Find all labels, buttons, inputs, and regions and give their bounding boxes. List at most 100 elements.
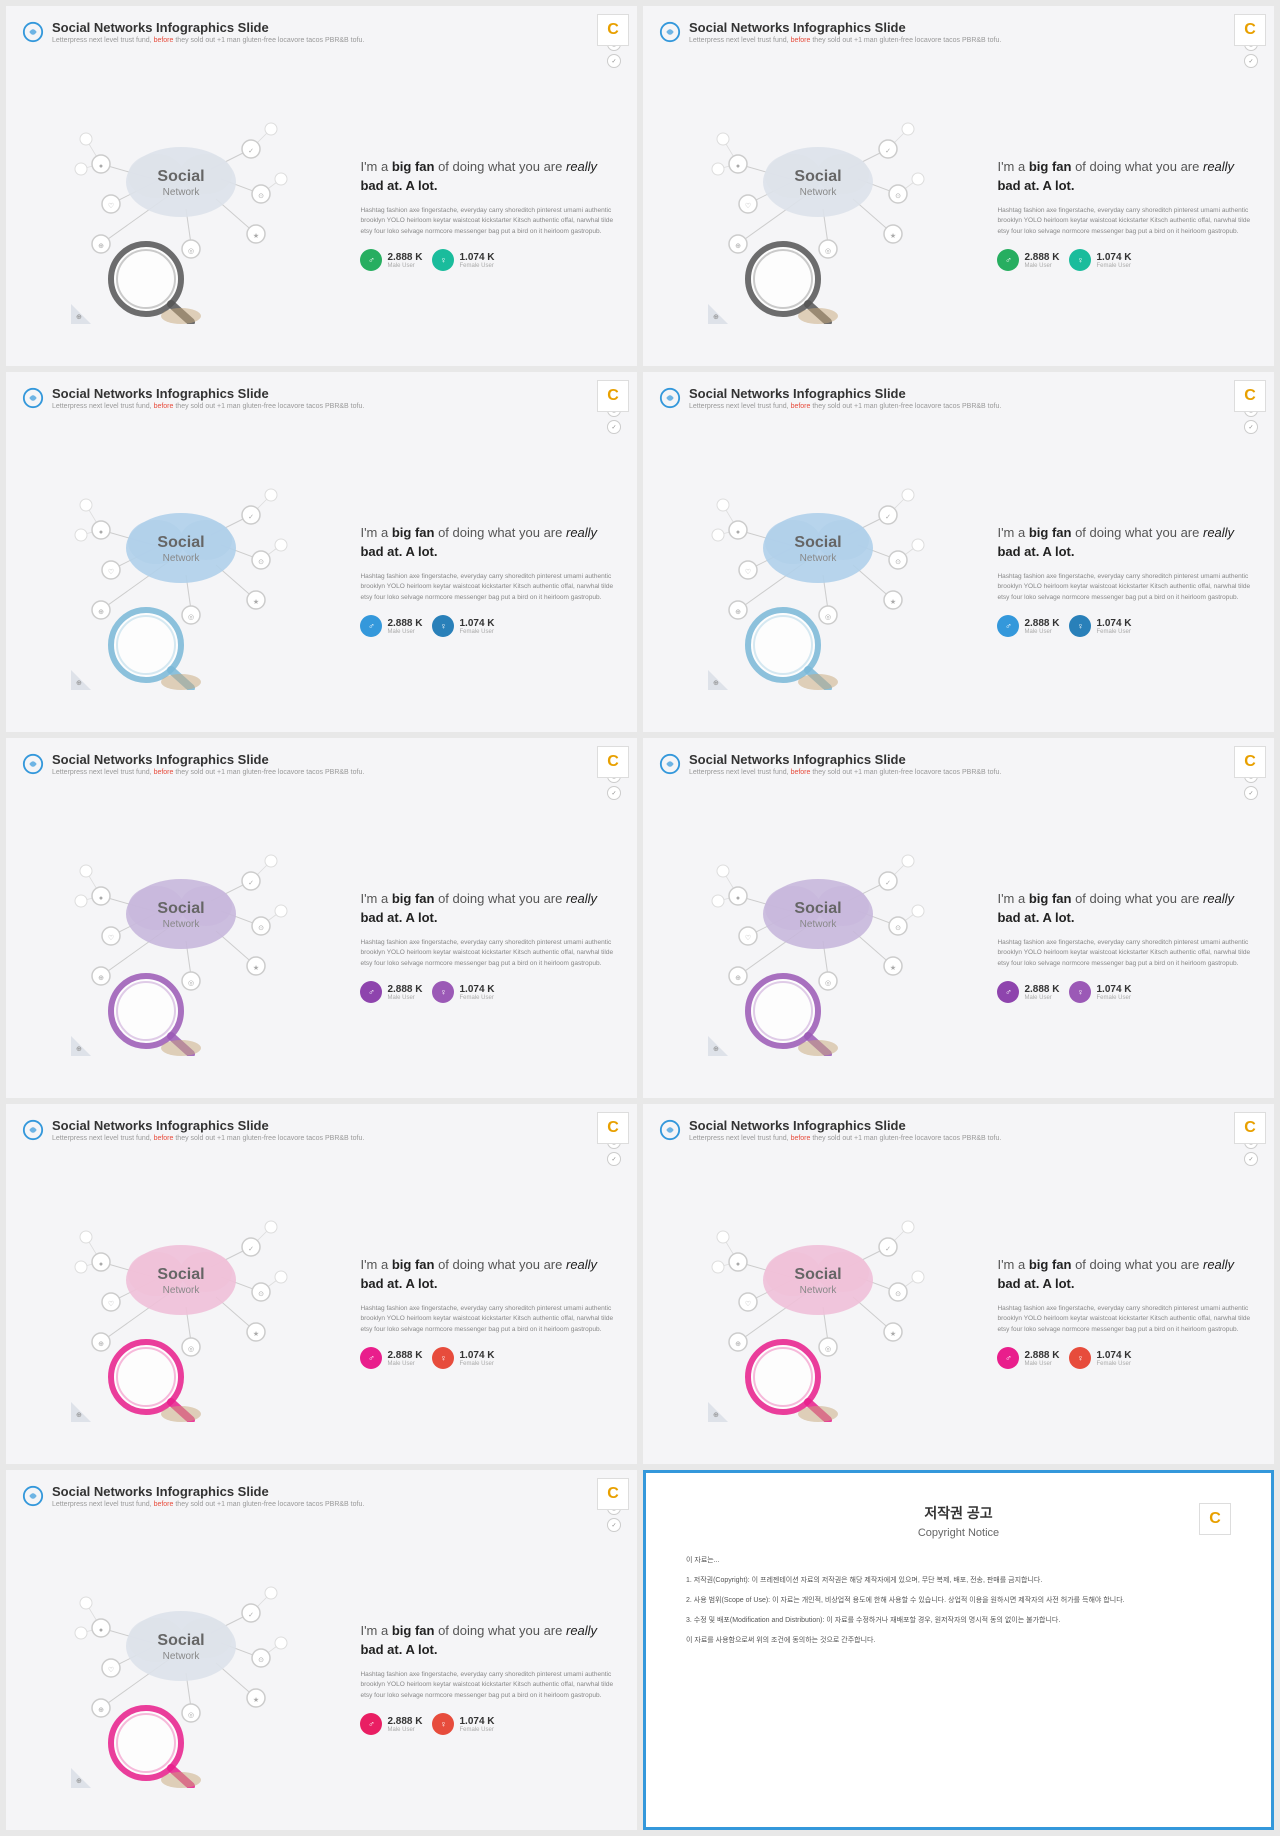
slide-logo-icon	[22, 753, 44, 775]
svg-text:Network: Network	[163, 1285, 201, 1296]
svg-text:★: ★	[253, 964, 259, 972]
copyright-line-4: 이 자료를 사용함으로써 위의 조건에 동의하는 것으로 간주합니다.	[686, 1635, 1231, 1647]
slide-right-content: C I'm a big fan of doing what you are re…	[350, 1170, 621, 1454]
svg-text:⊕: ⊕	[735, 609, 741, 616]
stat-icon-female: ♀	[1069, 249, 1091, 271]
svg-text:⊕: ⊕	[735, 1341, 741, 1348]
svg-text:⊙: ⊙	[258, 1291, 264, 1298]
stats-row: ♂ 2.888 K Male User ♀ 1.074 K Female Use…	[997, 615, 1258, 637]
stats-row: ♂ 2.888 K Male User ♀ 1.074 K Female Use…	[360, 249, 621, 271]
network-diagram-area: Social Network ● ♡ ⊕ ✓ ⊙ ★ ◎	[22, 804, 340, 1088]
stat-male: ♂ 2.888 K Male User	[997, 1347, 1059, 1369]
svg-text:Social: Social	[795, 534, 842, 551]
stats-row: ♂ 2.888 K Male User ♀ 1.074 K Female Use…	[360, 615, 621, 637]
network-diagram-area: Social Network ● ♡ ⊕ ✓ ⊙ ★ ◎	[22, 72, 340, 356]
slide-header: Social Networks Infographics Slide Lette…	[659, 20, 1258, 68]
tagline: I'm a big fan of doing what you are real…	[997, 889, 1258, 928]
network-diagram-area: Social Network ● ♡ ⊕ ✓ ⊙ ★ ◎	[659, 804, 977, 1088]
stat-text-female: 1.074 K Female User	[459, 252, 494, 269]
icon-circle-3: ✓	[607, 54, 621, 68]
svg-text:●: ●	[736, 1261, 740, 1268]
svg-text:⊙: ⊙	[258, 559, 264, 566]
svg-text:Network: Network	[163, 1651, 201, 1662]
svg-text:●: ●	[736, 895, 740, 902]
svg-text:Network: Network	[163, 919, 201, 930]
svg-text:⊕: ⊕	[98, 243, 104, 250]
network-diagram-area: Social Network ● ♡ ⊕ ✓ ⊙ ★ ◎	[659, 1170, 977, 1454]
slide-subtitle: Letterpress next level trust fund, befor…	[52, 768, 364, 777]
stat-number-female: 1.074 K	[459, 1716, 494, 1727]
svg-text:✓: ✓	[248, 514, 254, 521]
slide-subtitle: Letterpress next level trust fund, befor…	[689, 768, 1001, 777]
stat-label-female: Female User	[459, 263, 494, 269]
svg-text:★: ★	[253, 598, 259, 606]
tagline: I'm a big fan of doing what you are real…	[997, 157, 1258, 196]
stat-label-female: Female User	[1096, 995, 1131, 1001]
network-diagram-area: Social Network ● ♡ ⊕ ✓ ⊙ ★ ◎	[22, 1170, 340, 1454]
stat-number-male: 2.888 K	[1024, 1350, 1059, 1361]
svg-text:⊕: ⊕	[98, 609, 104, 616]
svg-text:◎: ◎	[188, 1712, 194, 1719]
svg-text:✓: ✓	[248, 880, 254, 887]
svg-text:⊕: ⊕	[98, 975, 104, 982]
stat-icon-male: ♂	[360, 615, 382, 637]
body-text: Hashtag fashion axe fingerstache, everyd…	[360, 572, 621, 603]
stat-number-female: 1.074 K	[459, 618, 494, 629]
slide-title: Social Networks Infographics Slide	[689, 752, 1001, 768]
slide-2: Social Networks Infographics Slide Lette…	[643, 6, 1274, 366]
network-diagram-area: Social Network ● ♡ ⊕ ✓ ⊙ ★ ◎	[659, 438, 977, 722]
title-text-block: Social Networks Infographics Slide Lette…	[52, 20, 364, 45]
stat-icon-female: ♀	[432, 249, 454, 271]
icon-circle-3: ✓	[607, 786, 621, 800]
stat-number-female: 1.074 K	[1096, 984, 1131, 995]
slide-9: Social Networks Infographics Slide Lette…	[6, 1470, 637, 1830]
slide-title: Social Networks Infographics Slide	[689, 386, 1001, 402]
svg-text:Network: Network	[800, 553, 838, 564]
svg-text:♡: ♡	[108, 1666, 114, 1674]
svg-text:●: ●	[99, 163, 103, 170]
svg-text:✓: ✓	[885, 514, 891, 521]
stat-female: ♀ 1.074 K Female User	[1069, 1347, 1131, 1369]
svg-text:✓: ✓	[885, 880, 891, 887]
stat-label-male: Male User	[387, 1727, 422, 1733]
corner-logo: C	[597, 746, 629, 778]
slide-5: Social Networks Infographics Slide Lette…	[6, 738, 637, 1098]
svg-text:★: ★	[253, 1330, 259, 1338]
icon-circle-3: ✓	[1244, 1152, 1258, 1166]
svg-text:✓: ✓	[248, 1246, 254, 1253]
stat-female: ♀ 1.074 K Female User	[432, 981, 494, 1003]
tagline: I'm a big fan of doing what you are real…	[997, 1255, 1258, 1294]
stat-icon-female: ♀	[432, 1713, 454, 1735]
stats-row: ♂ 2.888 K Male User ♀ 1.074 K Female Use…	[360, 981, 621, 1003]
tagline: I'm a big fan of doing what you are real…	[997, 523, 1258, 562]
slide-content: Social Network ● ♡ ⊕ ✓ ⊙ ★ ◎	[22, 72, 621, 356]
stat-number-male: 2.888 K	[1024, 984, 1059, 995]
svg-text:⊕: ⊕	[76, 1046, 82, 1053]
stat-icon-male: ♂	[360, 1713, 382, 1735]
stat-label-female: Female User	[1096, 263, 1131, 269]
stat-icon-female: ♀	[432, 615, 454, 637]
slide-logo-icon	[22, 21, 44, 43]
stat-text-male: 2.888 K Male User	[1024, 1350, 1059, 1367]
svg-text:⊕: ⊕	[98, 1341, 104, 1348]
slide-8: Social Networks Infographics Slide Lette…	[643, 1104, 1274, 1464]
slide-subtitle: Letterpress next level trust fund, befor…	[52, 402, 364, 411]
stat-text-male: 2.888 K Male User	[1024, 618, 1059, 635]
svg-text:✓: ✓	[248, 148, 254, 155]
svg-text:✓: ✓	[885, 148, 891, 155]
svg-text:Social: Social	[158, 900, 205, 917]
title-block: Social Networks Infographics Slide Lette…	[659, 20, 1001, 45]
svg-text:◎: ◎	[825, 248, 831, 255]
stat-male: ♂ 2.888 K Male User	[997, 615, 1059, 637]
logo-box: C	[1234, 14, 1266, 46]
svg-text:●: ●	[736, 529, 740, 536]
slide-7: Social Networks Infographics Slide Lette…	[6, 1104, 637, 1464]
stat-female: ♀ 1.074 K Female User	[1069, 981, 1131, 1003]
icon-circle-3: ✓	[1244, 54, 1258, 68]
slide-logo-icon	[659, 1119, 681, 1141]
title-text-block: Social Networks Infographics Slide Lette…	[52, 1484, 364, 1509]
stat-text-male: 2.888 K Male User	[387, 1716, 422, 1733]
stat-number-male: 2.888 K	[1024, 252, 1059, 263]
tagline: I'm a big fan of doing what you are real…	[360, 523, 621, 562]
body-text: Hashtag fashion axe fingerstache, everyd…	[997, 572, 1258, 603]
